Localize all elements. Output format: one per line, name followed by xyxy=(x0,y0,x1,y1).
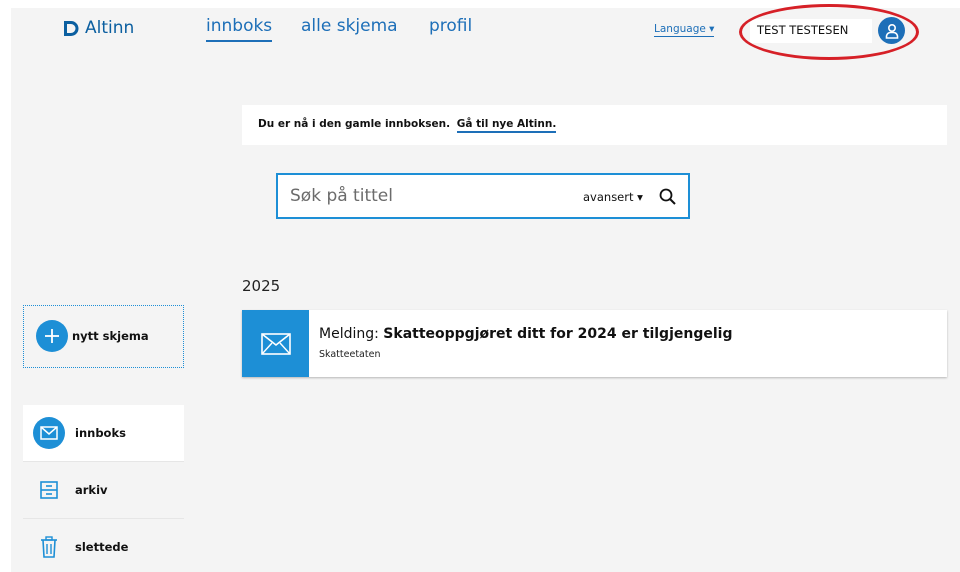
search-box[interactable]: Søk på tittel avansert ▾ xyxy=(276,173,690,219)
search-input[interactable]: Søk på tittel xyxy=(290,186,393,206)
trash-icon xyxy=(33,531,65,563)
nav-innboks[interactable]: innboks xyxy=(206,16,273,42)
message-row[interactable]: Melding: Skatteoppgjøret ditt for 2024 e… xyxy=(242,310,947,377)
sidebar-item-innboks[interactable]: innboks xyxy=(23,405,184,462)
logo-text: Altinn xyxy=(85,18,135,38)
sidebar-item-label: slettede xyxy=(75,540,129,554)
sidebar-nav: innboks arkiv slettede xyxy=(23,405,184,572)
old-inbox-notice: Du er nå i den gamle innboksen. Gå til n… xyxy=(242,105,947,145)
advanced-search-toggle[interactable]: avansert ▾ xyxy=(583,190,643,204)
sidebar-item-label: innboks xyxy=(75,426,126,440)
sidebar-item-slettede[interactable]: slettede xyxy=(23,519,184,572)
sidebar-item-label: arkiv xyxy=(75,483,108,497)
language-menu[interactable]: Language ▾ xyxy=(654,23,715,37)
nav-profil[interactable]: profil xyxy=(429,16,472,36)
envelope-icon xyxy=(33,417,65,449)
message-subject: Skatteoppgjøret ditt for 2024 er tilgjen… xyxy=(383,326,733,342)
message-type-badge xyxy=(242,310,309,377)
envelope-icon xyxy=(260,332,291,355)
altinn-logo[interactable]: Altinn xyxy=(62,18,134,38)
highlight-ellipse xyxy=(739,4,919,60)
message-type-label: Melding: xyxy=(319,326,379,342)
message-title: Melding: Skatteoppgjøret ditt for 2024 e… xyxy=(319,326,732,342)
new-altinn-link[interactable]: Gå til nye Altinn. xyxy=(456,118,557,133)
sidebar-item-arkiv[interactable]: arkiv xyxy=(23,462,184,519)
plus-icon xyxy=(36,320,68,352)
search-icon[interactable] xyxy=(658,187,678,207)
altinn-logo-icon xyxy=(64,20,79,36)
new-form-button[interactable]: nytt skjema xyxy=(23,305,184,368)
year-heading: 2025 xyxy=(242,277,281,295)
notice-text: Du er nå i den gamle innboksen. xyxy=(258,118,451,130)
message-sender: Skatteetaten xyxy=(319,349,381,360)
new-form-label: nytt skjema xyxy=(72,329,149,343)
archive-icon xyxy=(33,474,65,506)
nav-alle-skjema[interactable]: alle skjema xyxy=(301,16,398,36)
